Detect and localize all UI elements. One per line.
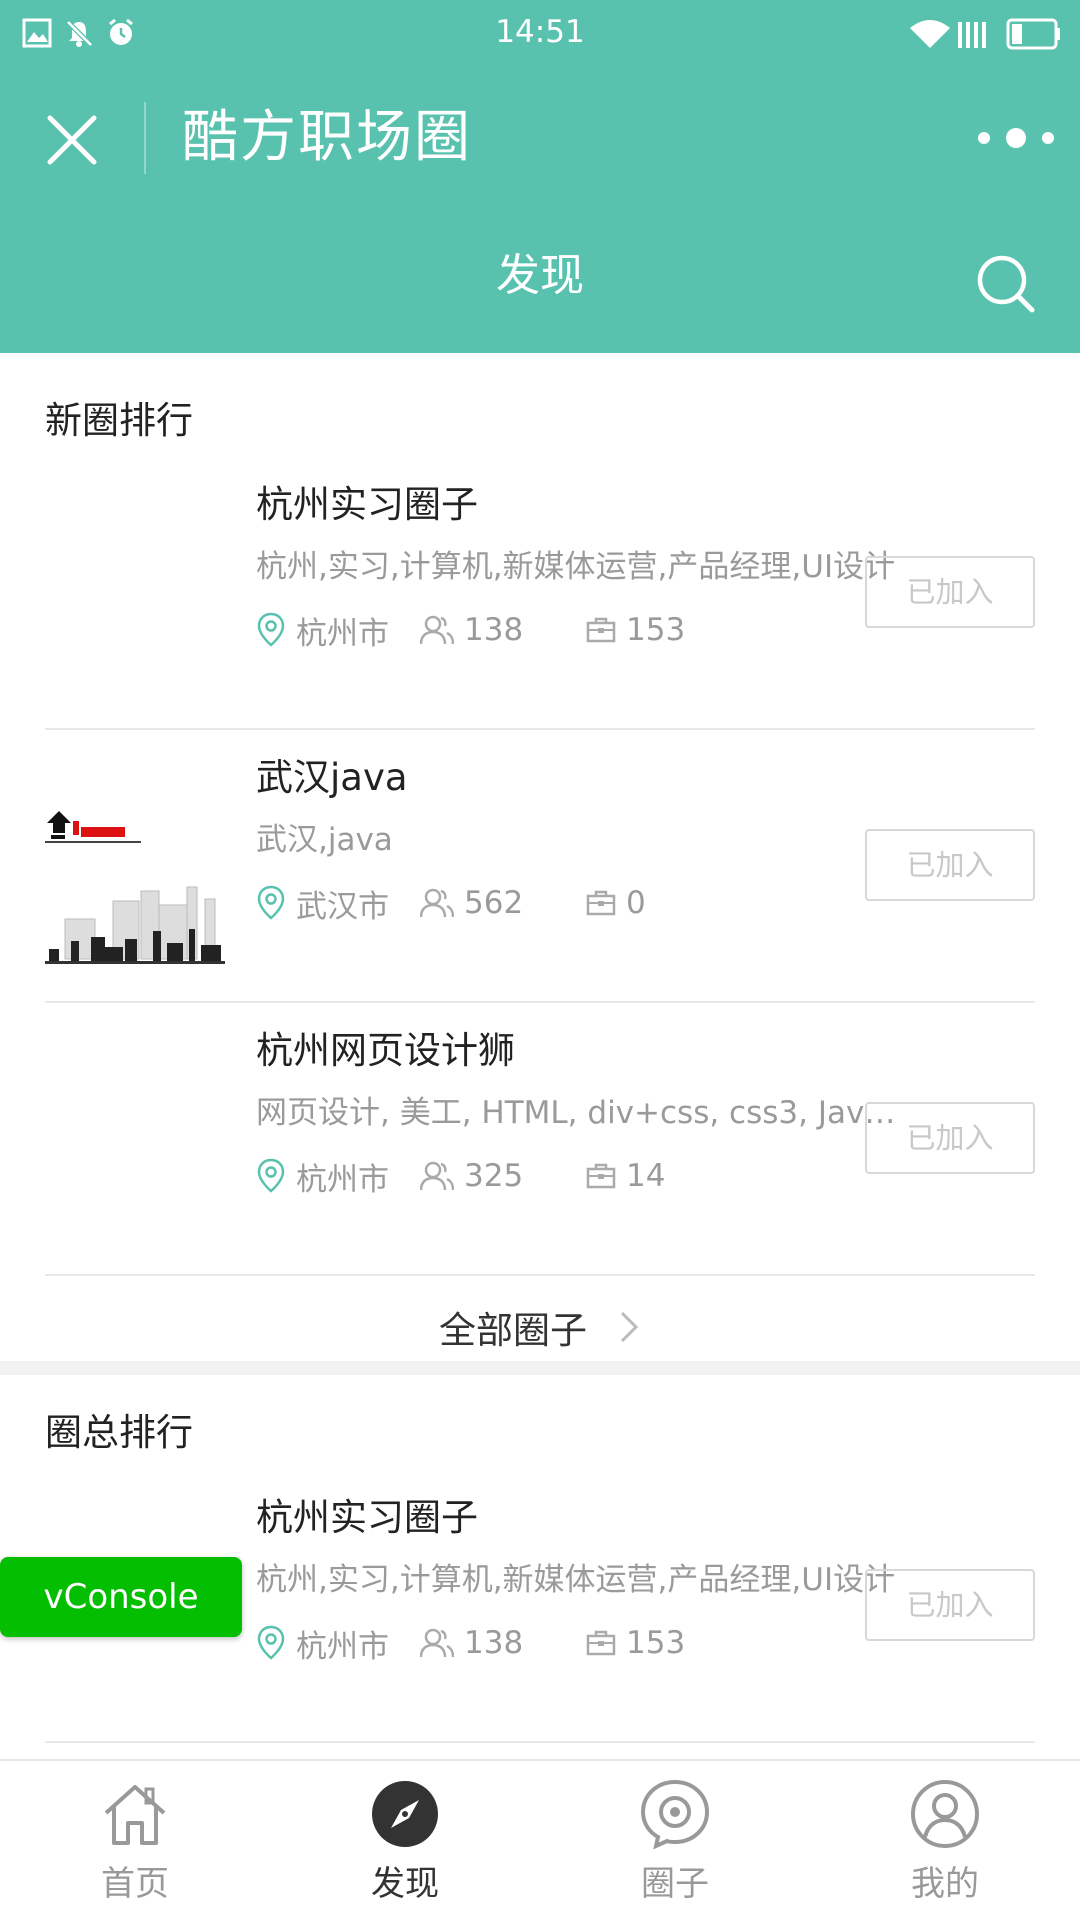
page-title: 发现	[496, 250, 584, 301]
members-icon	[420, 615, 454, 645]
circle-name: 杭州实习圈子	[256, 483, 478, 526]
location-meta: 杭州市	[256, 608, 389, 652]
circle-list-item[interactable]: 武汉java 武汉,java 武汉市 562 0 已加入	[45, 731, 1035, 1003]
location-text: 武汉市	[296, 888, 389, 925]
divider	[45, 1274, 1035, 1276]
nav-circles[interactable]: 圈子	[540, 1761, 810, 1920]
briefcase-icon	[586, 617, 616, 643]
nav-label: 我的	[911, 1864, 979, 1904]
battery-icon	[1006, 18, 1060, 50]
circle-list-item[interactable]: 杭州实习圈子 杭州,实习,计算机,新媒体运营,产品经理,UI设计 杭州市 138…	[45, 458, 1035, 730]
wifi-icon	[910, 20, 950, 48]
circle-thumbnail	[45, 791, 225, 971]
circle-meta: 武汉市 562 0	[256, 881, 816, 925]
location-text: 杭州市	[296, 1628, 389, 1665]
nav-home[interactable]: 首页	[0, 1761, 270, 1920]
divider	[45, 728, 1035, 730]
circle-meta: 杭州市 138 153	[256, 608, 816, 652]
section-title: 圈总排行	[45, 1411, 193, 1454]
jobs-meta: 14	[586, 1154, 665, 1198]
circle-tags: 杭州,实习,计算机,新媒体运营,产品经理,UI设计	[256, 549, 896, 585]
members-count: 562	[464, 885, 524, 921]
section-title: 新圈排行	[45, 399, 193, 442]
circle-meta: 杭州市 138 153	[256, 1621, 816, 1665]
jobs-count: 14	[626, 1158, 666, 1194]
nav-label: 圈子	[641, 1864, 709, 1904]
circle-tags: 网页设计, 美工, HTML, div+css, css3, JavaScrip…	[256, 1095, 896, 1131]
joined-button[interactable]: 已加入	[865, 556, 1035, 628]
title-divider	[144, 102, 146, 174]
jobs-meta: 0	[586, 881, 646, 925]
members-icon	[420, 888, 454, 918]
title-bar: 酷方职场圈	[0, 68, 1080, 206]
briefcase-icon	[586, 890, 616, 916]
status-bar: 14:51	[0, 0, 1080, 68]
nav-discover[interactable]: 发现	[270, 1761, 540, 1920]
circle-thumbnail	[45, 518, 225, 698]
members-icon	[420, 1161, 454, 1191]
briefcase-icon	[586, 1630, 616, 1656]
divider	[45, 1741, 1035, 1743]
chevron-right-icon	[620, 1311, 639, 1343]
more-button[interactable]	[970, 118, 1070, 158]
search-button[interactable]	[974, 252, 1038, 316]
members-meta: 325	[420, 1154, 523, 1198]
members-meta: 562	[420, 881, 523, 925]
members-meta: 138	[420, 608, 523, 652]
circle-list-item[interactable]: 杭州网页设计狮 网页设计, 美工, HTML, div+css, css3, J…	[45, 1004, 1035, 1276]
circle-chat-icon	[640, 1779, 710, 1849]
nav-profile[interactable]: 我的	[810, 1761, 1080, 1920]
jobs-count: 153	[626, 612, 686, 648]
jobs-count: 153	[626, 1625, 686, 1661]
location-pin-icon	[257, 612, 285, 647]
signal-icon	[958, 22, 986, 48]
circle-meta: 杭州市 325 14	[256, 1154, 816, 1198]
location-pin-icon	[257, 1625, 285, 1660]
circle-name: 杭州网页设计狮	[256, 1029, 515, 1072]
circle-name: 武汉java	[256, 756, 408, 799]
members-meta: 138	[420, 1621, 523, 1665]
members-count: 138	[464, 1625, 524, 1661]
divider	[45, 1001, 1035, 1003]
location-meta: 杭州市	[256, 1154, 389, 1198]
members-count: 138	[464, 612, 524, 648]
circle-thumbnail	[45, 1064, 225, 1244]
nav-label: 发现	[371, 1864, 439, 1904]
nav-label: 首页	[101, 1864, 169, 1904]
circle-name: 杭州实习圈子	[256, 1496, 478, 1539]
vconsole-button[interactable]: vConsole	[0, 1557, 242, 1637]
circle-tags: 武汉,java	[256, 822, 393, 858]
location-pin-icon	[257, 885, 285, 920]
joined-button[interactable]: 已加入	[865, 829, 1035, 901]
profile-icon	[911, 1780, 979, 1848]
location-text: 杭州市	[296, 615, 389, 652]
city-skyline-logo	[45, 791, 225, 971]
search-icon	[977, 255, 1035, 313]
all-circles-label: 全部圈子	[439, 1309, 587, 1352]
location-text: 杭州市	[296, 1161, 389, 1198]
members-count: 325	[464, 1158, 524, 1194]
joined-button[interactable]: 已加入	[865, 1102, 1035, 1174]
jobs-meta: 153	[586, 608, 685, 652]
home-icon	[104, 1785, 166, 1845]
location-pin-icon	[257, 1158, 285, 1193]
members-icon	[420, 1628, 454, 1658]
app-title: 酷方职场圈	[182, 105, 472, 170]
discover-content[interactable]: 新圈排行 杭州实习圈子 杭州,实习,计算机,新媒体运营,产品经理,UI设计 杭州…	[0, 353, 1080, 1759]
new-circle-ranking-section: 新圈排行 杭州实习圈子 杭州,实习,计算机,新媒体运营,产品经理,UI设计 杭州…	[0, 353, 1080, 1361]
bottom-nav: 首页 发现 圈子 我的	[0, 1759, 1080, 1920]
section-gap	[0, 1361, 1080, 1375]
location-meta: 杭州市	[256, 1621, 389, 1665]
joined-button[interactable]: 已加入	[865, 1569, 1035, 1641]
compass-icon	[372, 1781, 438, 1847]
close-button[interactable]	[40, 108, 104, 172]
jobs-meta: 153	[586, 1621, 685, 1665]
app-header: 14:51 酷方职场圈 发现	[0, 0, 1080, 353]
jobs-count: 0	[626, 885, 646, 921]
location-meta: 武汉市	[256, 881, 389, 925]
briefcase-icon	[586, 1163, 616, 1189]
close-icon	[47, 115, 97, 165]
circle-tags: 杭州,实习,计算机,新媒体运营,产品经理,UI设计	[256, 1562, 896, 1598]
